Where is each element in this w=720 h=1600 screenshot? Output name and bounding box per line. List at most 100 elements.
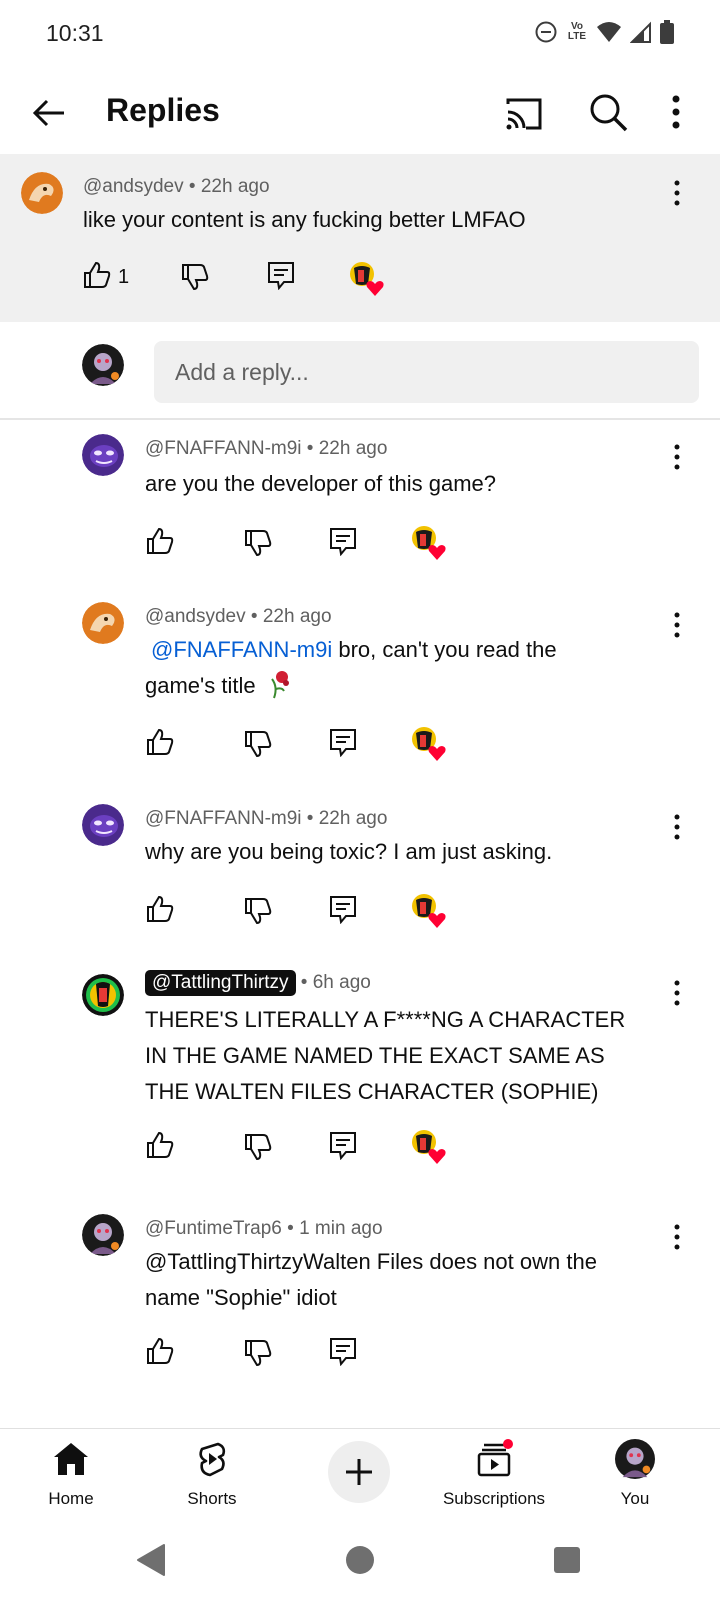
reply-text: are you the developer of this game? xyxy=(145,471,497,496)
reply-text: @FNAFFANN-m9i bro, can't you read the ga… xyxy=(145,637,557,699)
nav-you[interactable]: You xyxy=(570,1435,700,1521)
like-icon[interactable] xyxy=(145,526,175,556)
nav-home-label: Home xyxy=(48,1489,94,1508)
system-navigation xyxy=(0,1522,720,1600)
reply-author[interactable]: @andsydev xyxy=(145,606,246,627)
reply-icon[interactable] xyxy=(328,1130,358,1160)
like-count: 1 xyxy=(118,266,130,288)
comment-time: 22h ago xyxy=(200,176,270,197)
reply-item: @FuntimeTrap6 • 1 min ago @TattlingThirt… xyxy=(0,1200,720,1410)
nav-subscriptions-label: Subscriptions xyxy=(442,1489,546,1508)
avatar-fnaffann[interactable] xyxy=(82,434,124,476)
reply-text: @TattlingThirtzyWalten Files does not ow… xyxy=(145,1249,597,1310)
reply-icon[interactable] xyxy=(328,894,358,924)
reply-item: @FNAFFANN-m9i • 22h ago why are you bein… xyxy=(0,790,720,960)
reply-composer xyxy=(0,322,720,420)
parent-comment: @andsydev • 22h ago like your content is… xyxy=(0,154,720,322)
creator-heart-icon xyxy=(412,894,446,928)
system-recents-icon[interactable] xyxy=(552,1545,582,1575)
reply-item: @TattlingThirtzy • 6h ago THERE'S LITERA… xyxy=(0,960,720,1200)
like-icon[interactable] xyxy=(82,260,112,290)
dislike-icon[interactable] xyxy=(243,1338,273,1368)
reply-item: @FNAFFANN-m9i • 22h ago are you the deve… xyxy=(0,420,720,590)
nav-shorts[interactable]: Shorts xyxy=(147,1435,277,1521)
like-icon[interactable] xyxy=(145,727,175,757)
reply-time: 22h ago xyxy=(318,438,388,459)
nav-home[interactable]: Home xyxy=(6,1435,136,1521)
back-arrow-icon[interactable] xyxy=(26,90,72,136)
dislike-icon[interactable] xyxy=(243,896,273,926)
app-bar: Replies xyxy=(0,72,720,154)
reply-time: 22h ago xyxy=(262,606,332,627)
status-icons: Vo LTE xyxy=(534,20,674,44)
system-back-icon[interactable] xyxy=(132,1540,172,1580)
reply-time: 22h ago xyxy=(318,808,388,829)
reply-text: why are you being toxic? I am just askin… xyxy=(145,839,553,864)
reply-meta: @FuntimeTrap6 • 1 min ago xyxy=(145,1218,383,1239)
channel-owner-badge[interactable]: @TattlingThirtzy xyxy=(145,970,296,996)
avatar-andsydev[interactable] xyxy=(82,602,124,644)
reply-meta: @FNAFFANN-m9i • 22h ago xyxy=(145,438,388,459)
mention-link[interactable]: @FNAFFANN-m9i xyxy=(151,637,332,662)
reply-time: 6h ago xyxy=(312,972,371,993)
battery-icon xyxy=(660,20,674,44)
reply-time: 1 min ago xyxy=(299,1218,383,1239)
dislike-icon[interactable] xyxy=(243,1132,273,1162)
search-icon[interactable] xyxy=(586,90,630,134)
comment-author[interactable]: @andsydev xyxy=(83,176,184,197)
reply-more-icon[interactable] xyxy=(667,610,687,640)
reply-icon[interactable] xyxy=(328,1336,358,1366)
comment-more-icon[interactable] xyxy=(667,178,687,208)
more-options-icon[interactable] xyxy=(664,90,688,134)
lte-indicator: Vo LTE xyxy=(567,21,587,42)
reply-more-icon[interactable] xyxy=(667,812,687,842)
reply-author[interactable]: @FNAFFANN-m9i xyxy=(145,438,302,459)
reply-text: THERE'S LITERALLY A F****NG A CHARACTER … xyxy=(145,1007,626,1104)
avatar-tattlingthirtzy[interactable] xyxy=(82,974,124,1016)
my-avatar xyxy=(82,344,124,386)
bottom-navigation: Home Shorts Subscriptions You xyxy=(0,1428,720,1522)
nav-you-label: You xyxy=(620,1489,650,1508)
dislike-icon[interactable] xyxy=(180,262,210,292)
dislike-icon[interactable] xyxy=(243,528,273,558)
dislike-icon[interactable] xyxy=(243,729,273,759)
like-icon[interactable] xyxy=(145,894,175,924)
you-avatar xyxy=(615,1439,655,1479)
like-icon[interactable] xyxy=(145,1130,175,1160)
reply-more-icon[interactable] xyxy=(667,1222,687,1252)
reply-author[interactable]: @FNAFFANN-m9i xyxy=(145,808,302,829)
reply-author[interactable]: @FuntimeTrap6 xyxy=(145,1218,282,1239)
reply-icon[interactable] xyxy=(266,260,296,290)
system-home-icon[interactable] xyxy=(344,1544,376,1576)
like-icon[interactable] xyxy=(145,1336,175,1366)
create-button[interactable] xyxy=(328,1441,390,1503)
reply-item: @andsydev • 22h ago @FNAFFANN-m9i bro, c… xyxy=(0,590,720,790)
creator-heart-icon xyxy=(412,526,446,560)
reply-more-icon[interactable] xyxy=(667,978,687,1008)
avatar-fnaffann[interactable] xyxy=(82,804,124,846)
reply-input[interactable] xyxy=(154,341,699,403)
creator-heart-icon xyxy=(350,262,384,296)
comment-text: like your content is any fucking better … xyxy=(83,207,526,232)
plus-icon xyxy=(346,1459,372,1485)
reply-icon[interactable] xyxy=(328,526,358,556)
page-title: Replies xyxy=(106,92,220,128)
home-icon xyxy=(54,1443,88,1475)
status-bar: 10:31 Vo LTE xyxy=(0,0,720,72)
avatar-andsydev[interactable] xyxy=(21,172,63,214)
reply-meta: @FNAFFANN-m9i • 22h ago xyxy=(145,808,388,829)
wifi-icon xyxy=(597,22,621,42)
avatar-funtimetrap6[interactable] xyxy=(82,1214,124,1256)
wilted-rose-icon xyxy=(270,671,289,699)
reply-meta: @andsydev • 22h ago xyxy=(145,606,332,627)
nav-subscriptions[interactable]: Subscriptions xyxy=(429,1435,559,1521)
subscriptions-icon xyxy=(477,1439,513,1477)
shorts-icon xyxy=(199,1442,226,1477)
creator-heart-icon xyxy=(412,1130,446,1164)
nav-shorts-label: Shorts xyxy=(187,1489,237,1508)
reply-meta: @TattlingThirtzy • 6h ago xyxy=(145,970,371,996)
status-time: 10:31 xyxy=(46,20,104,46)
reply-more-icon[interactable] xyxy=(667,442,687,472)
cast-icon[interactable] xyxy=(502,92,546,136)
reply-icon[interactable] xyxy=(328,727,358,757)
